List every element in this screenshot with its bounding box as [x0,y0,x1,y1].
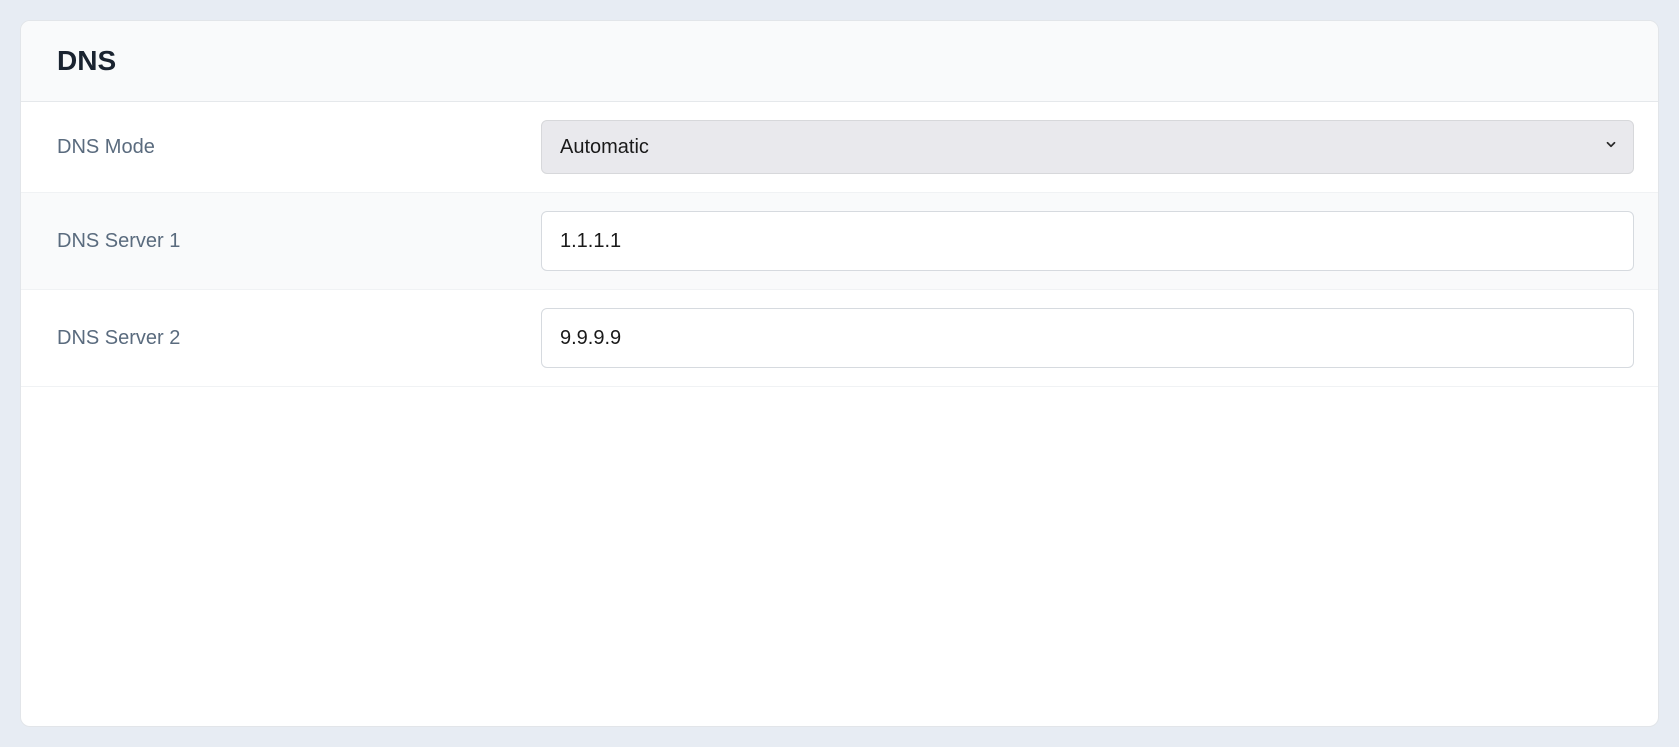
card-title: DNS [57,45,1622,77]
dns-server-1-row: DNS Server 1 [21,193,1658,290]
dns-server-1-input[interactable] [541,211,1634,271]
dns-mode-label: DNS Mode [41,136,541,159]
dns-mode-select-wrap: Automatic [541,120,1634,174]
card-header: DNS [21,21,1658,102]
dns-mode-control: Automatic [541,120,1638,174]
dns-server-2-input[interactable] [541,308,1634,368]
dns-card: DNS DNS Mode Automatic DNS Server 1 DNS … [20,20,1659,727]
dns-server-2-control [541,308,1638,368]
dns-server-2-row: DNS Server 2 [21,290,1658,387]
dns-server-1-control [541,211,1638,271]
dns-mode-row: DNS Mode Automatic [21,102,1658,193]
dns-server-1-label: DNS Server 1 [41,230,541,253]
dns-server-2-label: DNS Server 2 [41,327,541,350]
dns-mode-select[interactable]: Automatic [541,120,1634,174]
